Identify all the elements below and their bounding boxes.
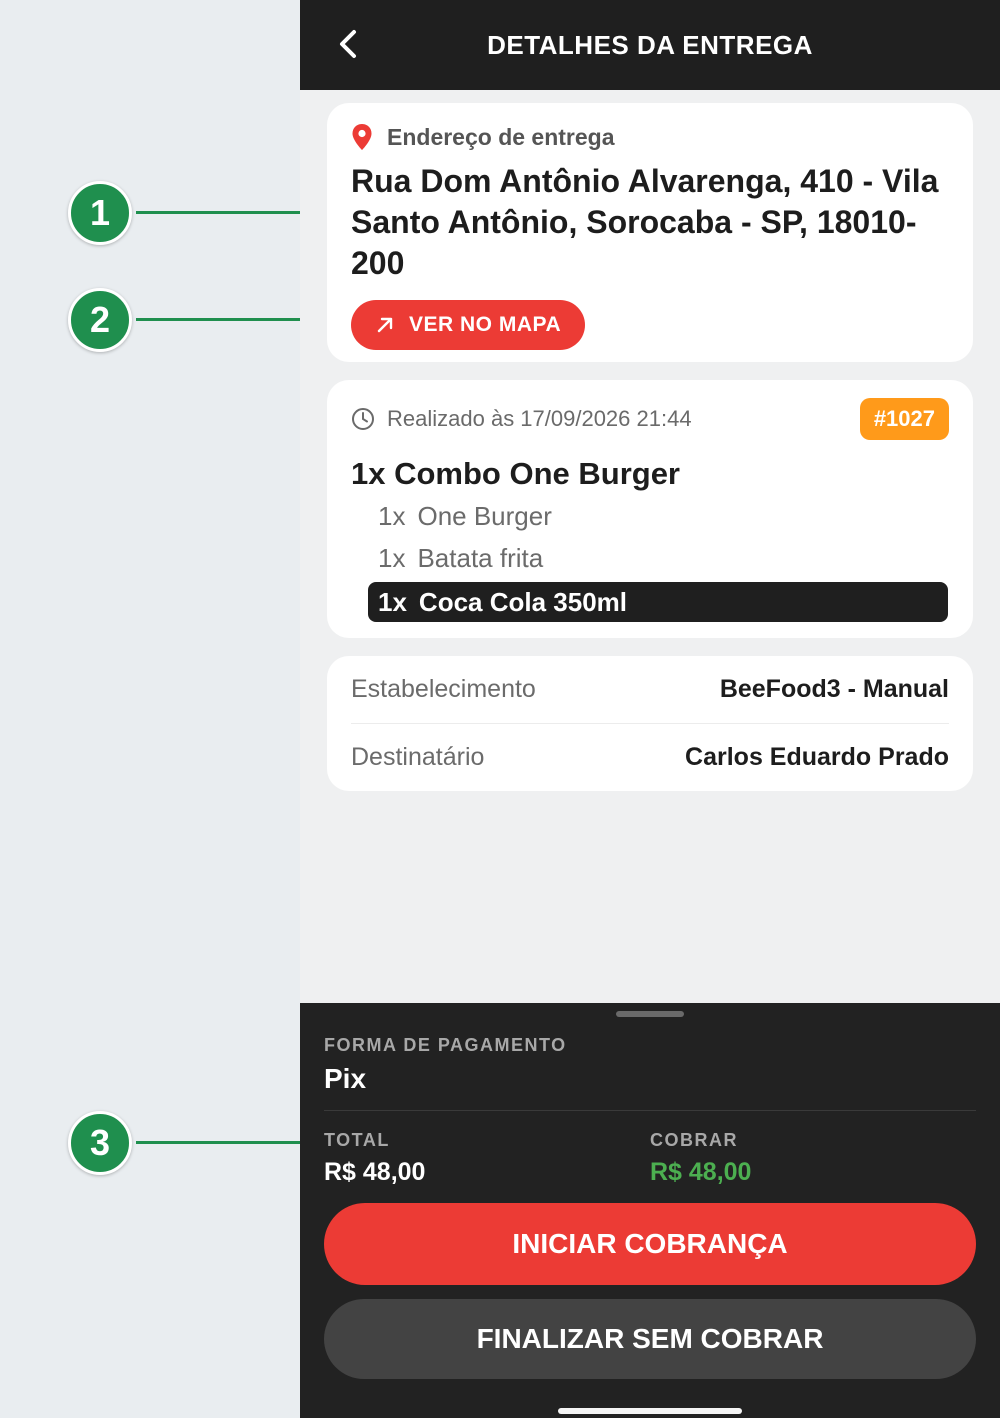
establishment-label: Estabelecimento xyxy=(351,675,536,703)
list-item-highlighted: 1x Coca Cola 350ml xyxy=(368,582,948,622)
address-label: Endereço de entrega xyxy=(387,123,615,150)
item-name: Batata frita xyxy=(417,543,544,573)
item-name: Coca Cola 350ml xyxy=(418,587,628,617)
clock-icon xyxy=(352,408,374,430)
recipient-row: Destinatário Carlos Eduardo Prado xyxy=(351,723,949,790)
annotation-marker-3: 3 xyxy=(68,1111,132,1175)
total-label: TOTAL xyxy=(324,1130,390,1150)
address-card: Endereço de entrega Rua Dom Antônio Alva… xyxy=(327,103,973,362)
top-bar: DETALHES DA ENTREGA xyxy=(300,0,1000,90)
list-item: 1x One Burger xyxy=(351,498,949,534)
back-button[interactable] xyxy=(330,24,370,64)
page-title: DETALHES DA ENTREGA xyxy=(487,29,813,60)
view-on-map-label: VER NO MAPA xyxy=(409,313,562,336)
item-qty: 1x xyxy=(378,587,407,617)
establishment-row: Estabelecimento BeeFood3 - Manual xyxy=(351,656,949,723)
address-label-row: Endereço de entrega xyxy=(351,123,949,151)
charge-value: R$ 48,00 xyxy=(650,1158,752,1186)
start-charge-button[interactable]: INICIAR COBRANÇA xyxy=(324,1203,976,1285)
delivery-address: Rua Dom Antônio Alvarenga, 410 - Vila Sa… xyxy=(351,163,939,281)
item-qty: 1x xyxy=(378,501,406,531)
chevron-left-icon xyxy=(340,30,356,58)
order-time: Realizado às 17/09/2026 21:44 xyxy=(387,406,692,431)
order-time-row: Realizado às 17/09/2026 21:44 xyxy=(351,406,692,432)
annotation-marker-1: 1 xyxy=(68,181,132,245)
recipient-value: Carlos Eduardo Prado xyxy=(685,742,949,771)
combo-title: 1x Combo One Burger xyxy=(351,456,680,491)
view-on-map-button[interactable]: VER NO MAPA xyxy=(351,300,586,350)
order-number-badge: #1027 xyxy=(859,398,949,440)
item-name: One Burger xyxy=(417,501,552,531)
order-header: Realizado às 17/09/2026 21:44 #1027 xyxy=(351,398,949,440)
recipient-label: Destinatário xyxy=(351,742,485,771)
item-qty: 1x xyxy=(378,543,406,573)
info-card: Estabelecimento BeeFood3 - Manual Destin… xyxy=(327,656,973,791)
list-item: 1x Batata frita xyxy=(351,540,949,576)
finish-without-charge-button[interactable]: FINALIZAR SEM COBRAR xyxy=(324,1299,976,1379)
map-pin-icon xyxy=(352,124,372,150)
total-value: R$ 48,00 xyxy=(324,1158,426,1186)
annotation-marker-2: 2 xyxy=(68,288,132,352)
order-card: Realizado às 17/09/2026 21:44 #1027 1x C… xyxy=(327,380,973,638)
payment-method-value: Pix xyxy=(324,1063,367,1094)
establishment-value: BeeFood3 - Manual xyxy=(719,675,949,703)
sheet-drag-handle[interactable] xyxy=(616,1011,684,1017)
external-arrow-icon xyxy=(377,317,393,333)
phone-screen: DETALHES DA ENTREGA Endereço de entrega … xyxy=(300,0,1000,1418)
home-indicator xyxy=(558,1408,742,1414)
charge-label: COBRAR xyxy=(650,1130,738,1150)
payment-sheet: FORMA DE PAGAMENTO Pix TOTAL R$ 48,00 CO… xyxy=(300,1003,1000,1418)
payment-method-label: FORMA DE PAGAMENTO xyxy=(324,1035,567,1055)
divider xyxy=(324,1110,976,1111)
